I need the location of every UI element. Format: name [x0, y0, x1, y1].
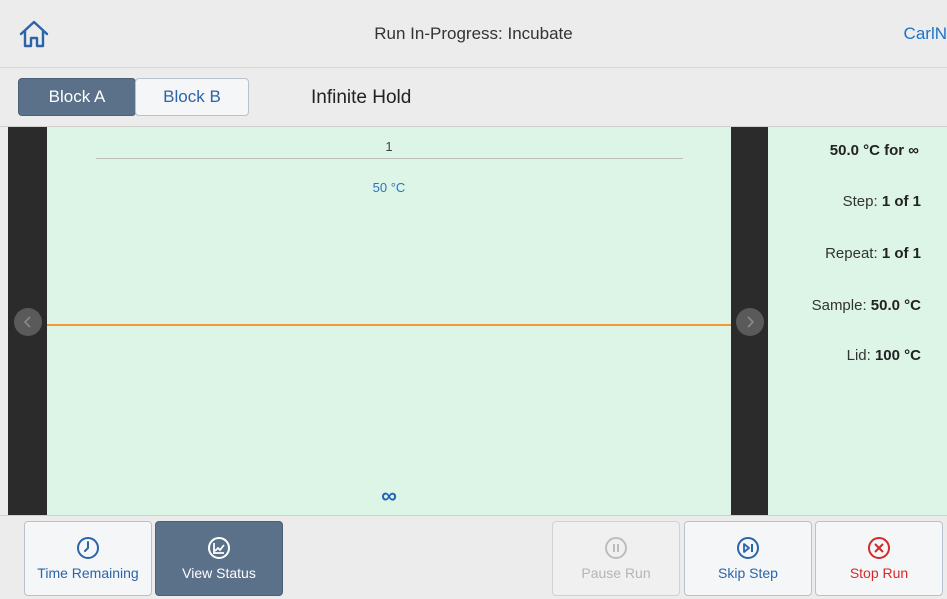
run-status-panel: 50.0 °C for ∞ Step: 1 of 1 Repeat: 1 of … — [768, 127, 947, 515]
status-sample-label: Sample: — [811, 297, 867, 314]
bottom-toolbar: Time Remaining View Status Pause Run Ski… — [0, 515, 947, 599]
block-tab-row: Block A Block B Infinite Hold — [0, 68, 947, 127]
chart-icon — [208, 537, 230, 559]
status-sample-value: 50.0 °C — [870, 297, 921, 314]
tab-block-a[interactable]: Block A — [18, 78, 136, 116]
chevron-right-icon — [747, 316, 755, 328]
time-remaining-label: Time Remaining — [37, 565, 139, 581]
graph-left-edge — [0, 127, 8, 515]
status-repeat: Repeat: 1 of 1 — [825, 245, 921, 262]
status-lid-label: Lid: — [846, 347, 871, 364]
status-lid: Lid: 100 °C — [847, 347, 921, 364]
view-status-button[interactable]: View Status — [155, 521, 283, 596]
scroll-left-button[interactable] — [14, 308, 42, 336]
chevron-left-icon — [23, 316, 31, 328]
status-step-label: Step: — [842, 193, 878, 210]
stop-run-button[interactable]: Stop Run — [815, 521, 943, 596]
clock-icon — [77, 537, 99, 559]
status-repeat-value: 1 of 1 — [881, 245, 921, 262]
status-repeat-label: Repeat: — [825, 245, 878, 262]
status-lid-value: 100 °C — [874, 347, 921, 364]
stop-icon — [868, 537, 890, 559]
protocol-title: Infinite Hold — [311, 87, 412, 108]
skip-icon — [737, 537, 759, 559]
pause-run-button[interactable]: Pause Run — [552, 521, 680, 596]
scroll-right-button[interactable] — [736, 308, 764, 336]
step-summary: 50.0 °C for ∞ — [829, 142, 919, 159]
pause-icon — [605, 537, 627, 559]
hold-duration-symbol: ∞ — [381, 483, 397, 508]
skip-step-button[interactable]: Skip Step — [684, 521, 812, 596]
page-title: Run In-Progress: Incubate — [374, 24, 573, 43]
step-number: 1 — [385, 139, 393, 154]
pause-run-label: Pause Run — [581, 565, 651, 581]
user-name-link[interactable]: CarlN — [904, 24, 947, 44]
status-sample: Sample: 50.0 °C — [812, 297, 921, 314]
stop-run-label: Stop Run — [849, 565, 909, 581]
skip-step-label: Skip Step — [718, 565, 778, 581]
time-remaining-button[interactable]: Time Remaining — [24, 521, 152, 596]
status-step: Step: 1 of 1 — [843, 193, 921, 210]
run-graph-area: 1 50 °C ∞ 50.0 °C for ∞ Step: 1 of 1 Rep… — [0, 127, 947, 515]
status-step-value: 1 of 1 — [881, 193, 921, 210]
step-temperature-label: 50 °C — [372, 180, 406, 195]
view-status-label: View Status — [182, 565, 256, 581]
step-divider — [96, 158, 683, 159]
tab-block-b[interactable]: Block B — [135, 78, 249, 116]
temperature-plot: 1 50 °C ∞ — [47, 127, 731, 515]
header-bar: Run In-Progress: Incubate CarlN — [0, 0, 947, 68]
temperature-hold-line — [47, 324, 731, 326]
